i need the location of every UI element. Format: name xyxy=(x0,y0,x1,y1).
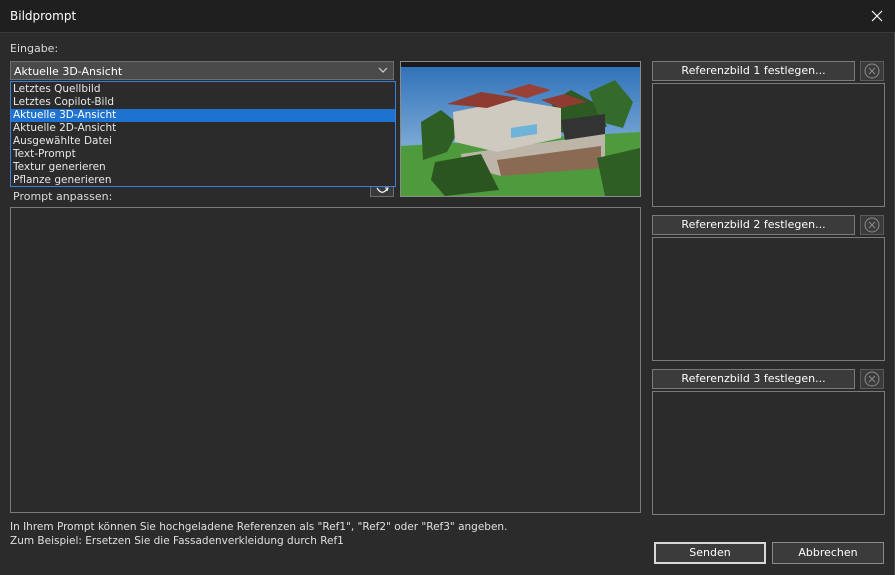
refresh-icon xyxy=(376,187,389,193)
clear-reference-3-button[interactable] xyxy=(860,369,884,389)
dropdown-option[interactable]: Text-Prompt xyxy=(11,148,395,161)
dropdown-option-selected[interactable]: Aktuelle 3D-Ansicht xyxy=(11,109,395,122)
dropdown-option[interactable]: Letztes Quellbild xyxy=(11,83,395,96)
cancel-button[interactable]: Abbrechen xyxy=(772,542,884,564)
chevron-down-icon xyxy=(378,67,388,73)
send-button[interactable]: Senden xyxy=(654,542,766,564)
refresh-button[interactable] xyxy=(370,187,394,197)
clear-circle-icon xyxy=(864,63,880,79)
prompt-label: Prompt anpassen: xyxy=(13,190,113,203)
clear-circle-icon xyxy=(864,371,880,387)
input-select[interactable]: Aktuelle 3D-Ansicht xyxy=(10,61,394,80)
title-bar: Bildprompt xyxy=(0,0,895,33)
set-reference-2-button[interactable]: Referenzbild 2 festlegen... xyxy=(652,215,855,235)
dropdown-option[interactable]: Textur generieren xyxy=(11,161,395,174)
prompt-textarea[interactable] xyxy=(10,207,641,513)
clear-reference-2-button[interactable] xyxy=(860,215,884,235)
dropdown-option[interactable]: Ausgewählte Datei xyxy=(11,135,395,148)
set-reference-1-button[interactable]: Referenzbild 1 festlegen... xyxy=(652,61,855,81)
dropdown-option[interactable]: Letztes Copilot-Bild xyxy=(11,96,395,109)
preview-image xyxy=(400,61,641,197)
reference-3-image xyxy=(652,391,885,515)
hint-line-1: In Ihrem Prompt können Sie hochgeladene … xyxy=(10,521,508,533)
dropdown-option[interactable]: Pflanze generieren xyxy=(11,174,395,187)
set-reference-3-button[interactable]: Referenzbild 3 festlegen... xyxy=(652,369,855,389)
input-dropdown-list: Letztes Quellbild Letztes Copilot-Bild A… xyxy=(10,81,396,187)
reference-2-image xyxy=(652,237,885,361)
input-selected-value: Aktuelle 3D-Ansicht xyxy=(14,65,123,78)
window-title: Bildprompt xyxy=(10,9,77,23)
reference-1-image xyxy=(652,83,885,207)
input-label: Eingabe: xyxy=(10,42,59,55)
close-icon[interactable] xyxy=(867,6,887,26)
clear-circle-icon xyxy=(864,217,880,233)
dropdown-option[interactable]: Aktuelle 2D-Ansicht xyxy=(11,122,395,135)
clear-reference-1-button[interactable] xyxy=(860,61,884,81)
hint-line-2: Zum Beispiel: Ersetzen Sie die Fassadenv… xyxy=(10,535,344,547)
